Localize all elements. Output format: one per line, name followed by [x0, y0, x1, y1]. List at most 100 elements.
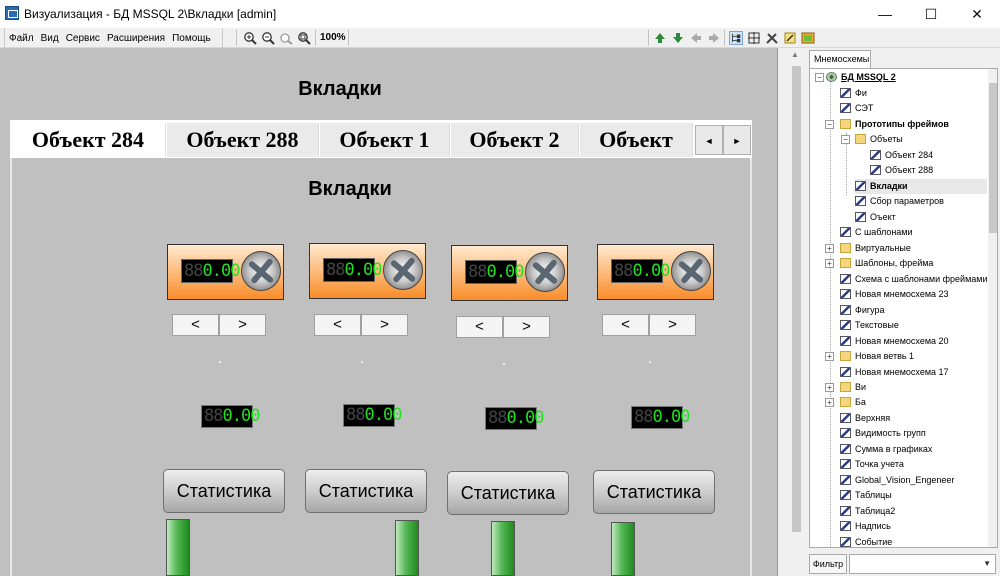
tree-node[interactable]: Оъект: [855, 210, 896, 225]
next-button[interactable]: >: [361, 314, 408, 336]
tab-object-partial[interactable]: Объект: [580, 123, 693, 157]
tree-node[interactable]: Новая мнемосхема 23: [840, 287, 949, 302]
device-widget[interactable]: 880.00: [597, 244, 714, 300]
statistics-button[interactable]: Статистика: [305, 469, 427, 513]
tree-node[interactable]: Global_Vision_Engeneer: [840, 473, 954, 488]
tree-node[interactable]: Сумма в графиках: [840, 442, 932, 457]
tab-object-2[interactable]: Объект 2: [451, 123, 579, 157]
tree-node[interactable]: Надпись: [840, 519, 891, 534]
arrow-right-icon[interactable]: [707, 31, 721, 45]
maximize-button[interactable]: ☐: [908, 0, 954, 28]
tab-object-1[interactable]: Объект 1: [320, 123, 450, 157]
expand-icon[interactable]: +: [825, 259, 834, 268]
tree-node[interactable]: Объеты: [855, 132, 903, 147]
scroll-thumb[interactable]: [792, 66, 801, 532]
device-widget[interactable]: 880.00: [451, 245, 568, 301]
next-button[interactable]: >: [503, 316, 550, 338]
statistics-button[interactable]: Статистика: [447, 471, 569, 515]
zoom-out-icon[interactable]: [261, 31, 275, 45]
tree-node[interactable]: Объект 284: [870, 148, 933, 163]
expand-icon[interactable]: +: [825, 398, 834, 407]
zoom-in-icon[interactable]: [243, 31, 257, 45]
edit-note-icon[interactable]: [783, 31, 797, 45]
tree-node-selected[interactable]: Вкладки: [855, 179, 987, 194]
tree-node[interactable]: Виртуальные: [840, 241, 911, 256]
scroll-up-icon[interactable]: ▲: [791, 50, 799, 59]
filter-combobox[interactable]: ▼: [849, 554, 996, 574]
mnemo-panel: Мнемосхемы − БД MSSQL 2 Фи СЭТ − Прототи…: [806, 48, 1000, 576]
tree-node[interactable]: Верхняя: [840, 411, 890, 426]
image-icon[interactable]: [801, 31, 815, 45]
prev-button[interactable]: <: [602, 314, 649, 336]
tree-node[interactable]: Фи: [840, 86, 867, 101]
expand-icon[interactable]: +: [825, 352, 834, 361]
next-button[interactable]: >: [649, 314, 696, 336]
canvas-scrollbar[interactable]: ▲: [778, 48, 806, 576]
tree-node[interactable]: Ви: [840, 380, 866, 395]
expand-icon[interactable]: +: [825, 244, 834, 253]
collapse-icon[interactable]: −: [841, 135, 850, 144]
tree-node[interactable]: Фигура: [840, 303, 885, 318]
fit-frame-icon[interactable]: [747, 31, 761, 45]
arrow-up-icon[interactable]: [653, 31, 667, 45]
tree-node[interactable]: Новая мнемосхема 20: [840, 334, 949, 349]
tree-node[interactable]: Новая ветвь 1: [840, 349, 914, 364]
lcd-display: 880.00: [611, 259, 670, 283]
tree-node[interactable]: Видимость групп: [840, 426, 926, 441]
tab-scroll-left-button[interactable]: ◄: [695, 125, 723, 155]
arrow-left-icon[interactable]: [689, 31, 703, 45]
tree-node[interactable]: Таблица2: [840, 504, 895, 519]
prev-button[interactable]: <: [314, 314, 361, 336]
collapse-icon[interactable]: −: [825, 120, 834, 129]
prev-button[interactable]: <: [172, 314, 219, 336]
tree-node[interactable]: Ба: [840, 395, 866, 410]
chevron-down-icon[interactable]: ▼: [983, 559, 991, 568]
mnemo-tree: − БД MSSQL 2 Фи СЭТ − Прототипы фреймов …: [809, 68, 998, 548]
tree-node[interactable]: Объект 288: [870, 163, 933, 178]
mnemo-icon: [855, 181, 866, 191]
marker-dot: [361, 361, 363, 363]
tools-icon[interactable]: [765, 31, 779, 45]
tree-node[interactable]: Таблицы: [840, 488, 892, 503]
menu-service[interactable]: Сервис: [66, 33, 100, 44]
collapse-icon[interactable]: −: [815, 73, 824, 82]
tab-object-284[interactable]: Объект 284: [11, 123, 166, 157]
menu-file[interactable]: Файл: [9, 33, 34, 44]
expand-icon[interactable]: +: [825, 383, 834, 392]
next-button[interactable]: >: [219, 314, 266, 336]
menu-bar: Файл Вид Сервис Расширения Помощь: [4, 28, 223, 48]
statistics-button[interactable]: Статистика: [593, 470, 715, 514]
tree-view-icon[interactable]: [729, 31, 743, 45]
arrow-down-icon[interactable]: [671, 31, 685, 45]
close-button[interactable]: ✕: [954, 0, 1000, 28]
minimize-button[interactable]: —: [862, 0, 908, 28]
tab-scroll-right-button[interactable]: ►: [723, 125, 751, 155]
tree-node[interactable]: Сбор параметров: [855, 194, 944, 209]
tree-scrollbar[interactable]: [988, 69, 997, 547]
device-widget[interactable]: 880.00: [167, 244, 284, 300]
prev-button[interactable]: <: [456, 316, 503, 338]
zoom-100-icon[interactable]: [279, 31, 293, 45]
tree-node[interactable]: Схема с шаблонами фреймами: [840, 272, 987, 287]
tree-node[interactable]: С шаблонами: [840, 225, 913, 240]
tree-node[interactable]: Точка учета: [840, 457, 904, 472]
menu-help[interactable]: Помощь: [172, 33, 211, 44]
arrow-pair: < >: [602, 314, 696, 336]
zoom-level[interactable]: 100%: [320, 32, 346, 43]
tab-mnemo[interactable]: Мнемосхемы: [809, 50, 871, 68]
menu-view[interactable]: Вид: [41, 33, 59, 44]
tree-node[interactable]: Шаблоны, фрейма: [840, 256, 933, 271]
tree-node[interactable]: Текстовые: [840, 318, 899, 333]
tree-node[interactable]: Новая мнемосхема 17: [840, 365, 949, 380]
tree-scroll-thumb[interactable]: [989, 83, 997, 233]
tree-node[interactable]: СЭТ: [840, 101, 873, 116]
mnemo-icon: [870, 150, 881, 160]
tree-node[interactable]: Событие: [840, 535, 892, 547]
statistics-button[interactable]: Статистика: [163, 469, 285, 513]
tree-node[interactable]: Прототипы фреймов: [840, 117, 949, 132]
menu-extensions[interactable]: Расширения: [107, 33, 165, 44]
zoom-fit-icon[interactable]: [297, 31, 311, 45]
tree-node[interactable]: БД MSSQL 2: [826, 70, 896, 85]
tab-object-288[interactable]: Объект 288: [167, 123, 319, 157]
device-widget[interactable]: 880.00: [309, 243, 426, 299]
